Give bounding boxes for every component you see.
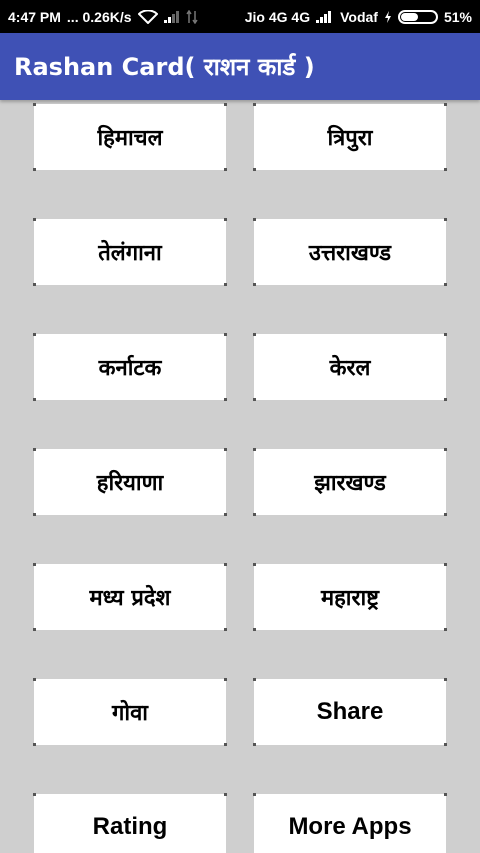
battery-icon: [397, 9, 438, 24]
tile-jharkhand[interactable]: झारखण्ड: [253, 448, 447, 516]
tile-haryana[interactable]: हरियाणा: [33, 448, 227, 516]
battery-percent: 51%: [443, 8, 472, 25]
tile-madhya-pradesh[interactable]: मध्य प्रदेश: [33, 563, 227, 631]
tile-label: केरल: [329, 356, 371, 381]
app-bar: Rashan Card( राशन कार्ड ): [0, 33, 480, 100]
clock: 4:47 PM: [8, 8, 61, 25]
tile-karnataka[interactable]: कर्नाटक: [33, 333, 227, 401]
tile-label: हरियाणा: [96, 471, 164, 496]
tile-label: झारखण्ड: [314, 471, 386, 496]
tile-label: तेलंगाना: [98, 241, 162, 266]
tile-label: त्रिपुरा: [327, 126, 373, 151]
tile-label: महाराष्ट्र: [320, 586, 380, 611]
carrier-1: Jio 4G 4G: [244, 8, 311, 25]
wifi-icon: [137, 9, 158, 24]
state-grid: हिमाचल त्रिपुरा तेलंगाना उत्तराखण्ड कर्न…: [0, 100, 480, 853]
data-transfer-icon: [185, 9, 198, 24]
more-apps-label: More Apps: [288, 813, 412, 840]
tile-label: हिमाचल: [97, 126, 163, 151]
share-label: Share: [316, 698, 384, 725]
signal-icon: [163, 10, 180, 23]
rating-button[interactable]: Rating: [33, 793, 227, 853]
tile-maharashtra[interactable]: महाराष्ट्र: [253, 563, 447, 631]
app-title: Rashan Card( राशन कार्ड ): [14, 53, 315, 81]
rating-label: Rating: [92, 813, 168, 840]
carrier-2: Vodaf: [340, 8, 378, 25]
share-button[interactable]: Share: [253, 678, 447, 746]
tile-label: उत्तराखण्ड: [308, 241, 392, 266]
tile-label: मध्य प्रदेश: [89, 586, 171, 611]
tile-himachal[interactable]: हिमाचल: [33, 103, 227, 171]
tile-goa[interactable]: गोवा: [33, 678, 227, 746]
more-apps-button[interactable]: More Apps: [253, 793, 447, 853]
charging-icon: [384, 10, 392, 23]
tile-label: गोवा: [111, 701, 148, 726]
status-bar: 4:47 PM ... 0.26K/s Jio 4G 4G Vodaf 51%: [0, 0, 480, 33]
tile-tripura[interactable]: त्रिपुरा: [253, 103, 447, 171]
network-speed: ... 0.26K/s: [66, 8, 132, 25]
signal-icon: [316, 10, 334, 23]
tile-telangana[interactable]: तेलंगाना: [33, 218, 227, 286]
tile-uttarakhand[interactable]: उत्तराखण्ड: [253, 218, 447, 286]
tile-kerala[interactable]: केरल: [253, 333, 447, 401]
tile-label: कर्नाटक: [98, 356, 162, 381]
